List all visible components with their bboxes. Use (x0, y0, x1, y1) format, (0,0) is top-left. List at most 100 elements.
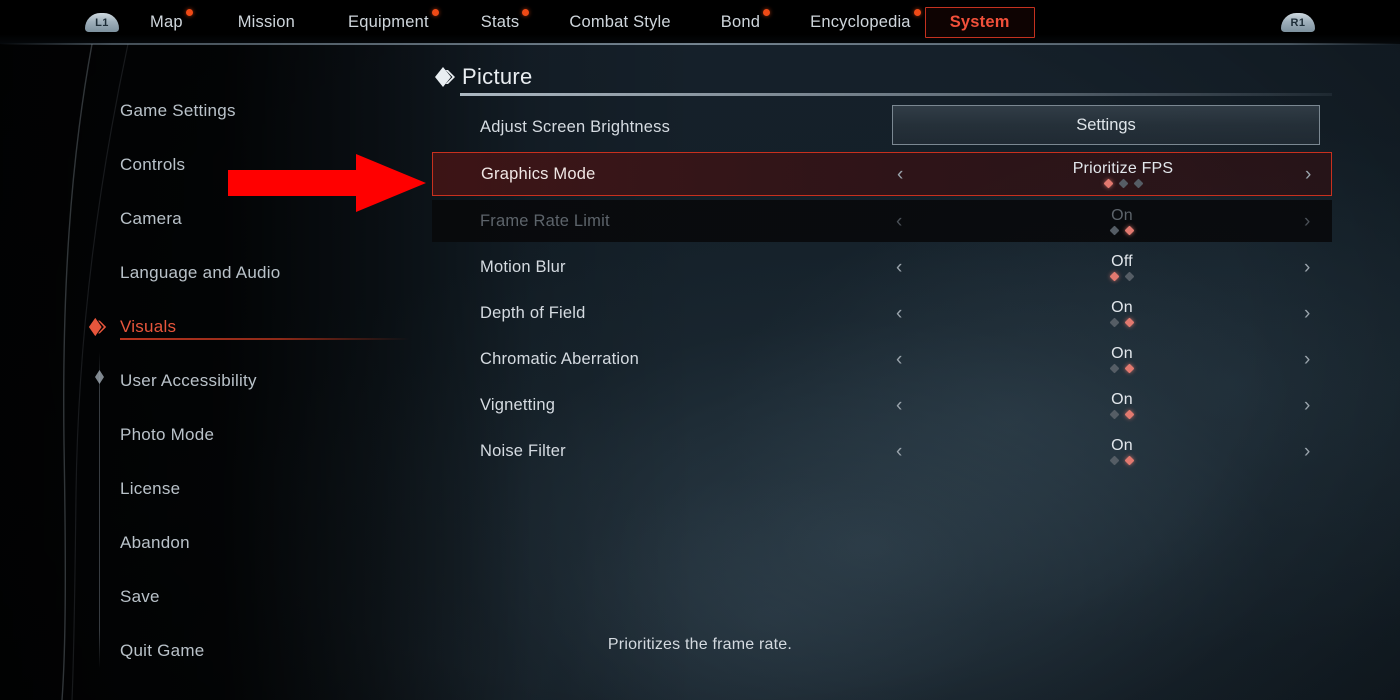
nav-tab-label: Equipment (348, 12, 429, 31)
nav-tab-bond[interactable]: Bond (721, 8, 771, 35)
sidebar-item-label: Camera (120, 209, 182, 228)
notification-dot-icon (185, 8, 193, 16)
option-dot (1109, 455, 1120, 466)
nav-tab-encyclopedia[interactable]: Encyclopedia (810, 8, 921, 35)
section-underline (460, 93, 1332, 96)
sidebar-item-user-accessibility[interactable]: User Accessibility (120, 366, 257, 396)
setting-row-frame-rate-limit[interactable]: Frame Rate Limit ‹ › On (432, 200, 1332, 242)
setting-row-adjust-screen-brightness[interactable]: Adjust Screen Brightness Settings (432, 105, 1332, 148)
setting-value-group: On (952, 390, 1292, 420)
settings-row-list: Adjust Screen Brightness Settings Graphics… (432, 105, 1332, 472)
setting-row-label: Motion Blur (480, 257, 566, 276)
notification-dot-icon (522, 8, 530, 16)
setting-row-value: On (1111, 344, 1133, 362)
adjust-screen-brightness-settings-button[interactable]: Settings (892, 105, 1320, 145)
chevron-right-icon[interactable]: › (1304, 396, 1310, 415)
picture-settings-panel: Picture Adjust Screen Brightness Settings… (432, 60, 1332, 472)
sidebar-item-photo-mode[interactable]: Photo Mode (120, 420, 214, 450)
option-position-dots (1109, 455, 1135, 466)
setting-row-motion-blur[interactable]: Motion Blur ‹ › Off (432, 246, 1332, 288)
nav-tab-label: Mission (237, 12, 296, 31)
chevron-right-icon[interactable]: › (1304, 350, 1310, 369)
option-position-dots (1109, 271, 1135, 282)
setting-row-chromatic-aberration[interactable]: Chromatic Aberration ‹ › On (432, 338, 1332, 380)
setting-description: Prioritizes the frame rate. (607, 636, 793, 653)
sidebar-item-abandon[interactable]: Abandon (120, 528, 190, 558)
nav-tab-system[interactable]: System (924, 6, 1035, 38)
sidebar-item-game-settings[interactable]: Game Settings (120, 96, 236, 126)
notification-dot-icon (763, 8, 771, 16)
sidebar-item-camera[interactable]: Camera (120, 204, 182, 234)
option-dot (1124, 317, 1135, 328)
chevron-left-icon[interactable]: ‹ (897, 165, 903, 184)
nav-tab-label: Combat Style (569, 12, 671, 31)
nav-tab-label: Encyclopedia (810, 12, 911, 31)
top-navigation-bar: L1 R1 Map Mission Equipment Stats Combat Sty… (0, 0, 1400, 44)
setting-row-label: Adjust Screen Brightness (480, 117, 671, 136)
setting-row-value: On (1111, 436, 1133, 454)
chevron-right-icon[interactable]: › (1305, 165, 1311, 184)
nav-tab-stats[interactable]: Stats (480, 8, 530, 35)
sidebar-item-label: License (120, 479, 181, 498)
setting-row-label: Frame Rate Limit (480, 211, 610, 230)
sidebar-item-save[interactable]: Save (120, 582, 160, 612)
nav-tab-label: Stats (480, 12, 520, 31)
chevron-left-icon[interactable]: ‹ (896, 396, 902, 415)
setting-row-label: Vignetting (480, 395, 556, 414)
notification-dot-icon (431, 8, 439, 16)
setting-row-value: Prioritize FPS (1072, 159, 1174, 177)
sidebar-item-label: Language and Audio (120, 263, 281, 282)
setting-row-label: Chromatic Aberration (480, 349, 639, 368)
option-dot (1124, 409, 1135, 420)
sidebar-item-license[interactable]: License (120, 474, 180, 504)
l1-shoulder-button[interactable]: L1 (85, 13, 119, 32)
setting-row-vignetting[interactable]: Vignetting ‹ › On (432, 384, 1332, 426)
chevron-right-icon[interactable]: › (1304, 212, 1310, 231)
sidebar-item-label: Abandon (120, 533, 190, 552)
nav-tab-combat-style[interactable]: Combat Style (569, 10, 670, 35)
nav-tab-map[interactable]: Map (150, 8, 193, 35)
option-position-dots (1109, 225, 1135, 236)
option-dot (1133, 178, 1143, 189)
option-dot (1124, 363, 1135, 374)
sidebar-item-label: User Accessibility (120, 371, 257, 390)
sidebar-item-language-and-audio[interactable]: Language and Audio (120, 258, 281, 288)
nav-tab-equipment[interactable]: Equipment (348, 8, 439, 35)
option-dot (1109, 363, 1120, 374)
selected-diamond-icon (88, 317, 108, 337)
chevron-left-icon[interactable]: ‹ (896, 212, 902, 231)
setting-value-group: On (952, 436, 1292, 466)
setting-value-group: On (952, 207, 1292, 236)
sidebar-item-label: Controls (120, 155, 186, 174)
option-position-dots (1109, 317, 1135, 328)
chevron-right-icon[interactable]: › (1304, 442, 1310, 461)
setting-row-label: Noise Filter (480, 441, 566, 460)
option-dot (1124, 455, 1135, 466)
chevron-right-icon[interactable]: › (1304, 304, 1310, 323)
setting-value-group: Off (952, 253, 1292, 282)
sidebar-item-controls[interactable]: Controls (120, 150, 185, 180)
chevron-left-icon[interactable]: ‹ (896, 304, 902, 323)
chevron-right-icon[interactable]: › (1304, 258, 1310, 277)
nav-tab-label: System (949, 12, 1010, 31)
section-diamond-icon (435, 67, 455, 87)
option-dot (1103, 178, 1113, 189)
setting-row-noise-filter[interactable]: Noise Filter ‹ › On (432, 430, 1332, 472)
setting-row-depth-of-field[interactable]: Depth of Field ‹ › On (432, 292, 1332, 334)
option-dot (1109, 271, 1120, 282)
option-position-dots (1103, 178, 1143, 189)
notification-dot-icon (913, 8, 921, 16)
option-position-dots (1109, 363, 1135, 374)
option-dot (1109, 409, 1120, 420)
setting-value-group: Prioritize FPS (953, 159, 1293, 189)
setting-row-value: On (1111, 390, 1133, 408)
chevron-left-icon[interactable]: ‹ (896, 350, 902, 369)
annotation-arrow (228, 154, 426, 212)
sidebar-item-label: Save (120, 587, 160, 606)
setting-row-graphics-mode[interactable]: Graphics Mode ‹ › Prioritize FPS (432, 152, 1332, 196)
nav-tab-mission[interactable]: Mission (238, 10, 295, 35)
chevron-left-icon[interactable]: ‹ (896, 442, 902, 461)
chevron-left-icon[interactable]: ‹ (896, 258, 902, 277)
topbar-separator (0, 43, 1400, 45)
r1-shoulder-button[interactable]: R1 (1281, 13, 1315, 32)
